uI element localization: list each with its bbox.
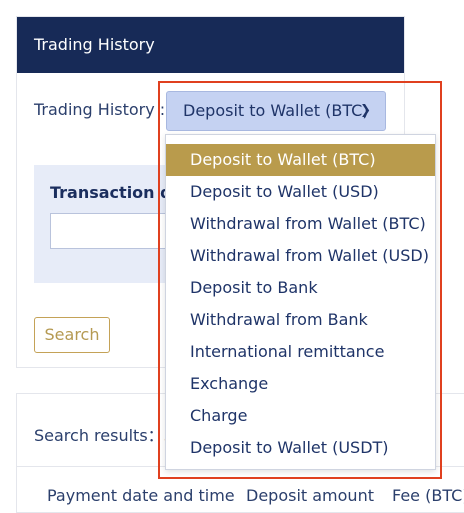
- dropdown-option[interactable]: Deposit to Bank: [166, 272, 435, 304]
- transaction-type-dropdown-menu: Deposit to Wallet (BTC) Deposit to Walle…: [165, 134, 436, 470]
- transaction-type-select[interactable]: Deposit to Wallet (BTC) ❯: [166, 91, 386, 131]
- column-header-payment-date[interactable]: Payment date and time: [47, 486, 235, 505]
- column-header-deposit-amount[interactable]: Deposit amount: [246, 486, 374, 505]
- column-header-fee[interactable]: Fee (BTC): [392, 486, 464, 505]
- dropdown-option[interactable]: Deposit to Wallet (USDT): [166, 432, 435, 464]
- dropdown-option[interactable]: Withdrawal from Wallet (BTC): [166, 208, 435, 240]
- dropdown-option[interactable]: Charge: [166, 400, 435, 432]
- select-value: Deposit to Wallet (BTC): [183, 101, 369, 120]
- chevron-down-icon: ❯: [360, 103, 371, 118]
- search-results-label: Search results：3: [34, 422, 174, 446]
- card-title: Trading History: [17, 17, 404, 73]
- search-results-text: Search results：: [34, 426, 164, 445]
- dropdown-option[interactable]: International remittance: [166, 336, 435, 368]
- search-button[interactable]: Search: [34, 317, 110, 353]
- trading-history-label: Trading History :: [34, 100, 166, 119]
- dropdown-option[interactable]: Deposit to Wallet (USD): [166, 176, 435, 208]
- dropdown-option[interactable]: Deposit to Wallet (BTC): [166, 144, 435, 176]
- dropdown-option[interactable]: Withdrawal from Wallet (USD): [166, 240, 435, 272]
- dropdown-option[interactable]: Exchange: [166, 368, 435, 400]
- dropdown-option[interactable]: Withdrawal from Bank: [166, 304, 435, 336]
